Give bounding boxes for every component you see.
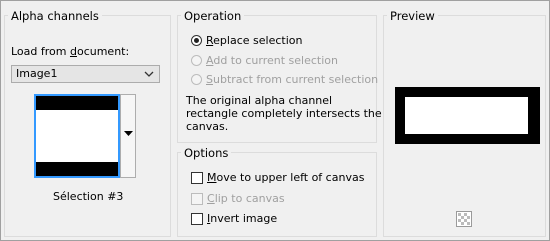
alpha-channels-title: Alpha channels [8, 9, 102, 23]
invert-image-checkbox[interactable] [191, 213, 203, 225]
checkerboard-icon[interactable] [456, 211, 472, 227]
move-to-upper-left-label[interactable]: Move to upper left of canvas [207, 171, 364, 185]
operation-info-line2: rectangle completely intersects the [186, 107, 382, 120]
thumbnail-dropdown-button[interactable] [120, 94, 136, 178]
subtract-selection-radio[interactable] [191, 74, 202, 85]
document-select-value: Image1 [16, 67, 58, 80]
clip-to-canvas-checkbox[interactable] [191, 193, 203, 205]
operation-title: Operation [181, 9, 245, 23]
operation-info-line1: The original alpha channel [186, 94, 333, 107]
invert-image-label[interactable]: Invert image [207, 212, 277, 226]
replace-selection-label[interactable]: Replace selection [206, 34, 302, 48]
operation-info-line3: canvas. [186, 120, 229, 133]
thumbnail-caption: Sélection #3 [53, 190, 124, 203]
preview-selection-area [405, 97, 528, 134]
options-title: Options [181, 146, 232, 160]
move-to-upper-left-checkbox[interactable] [191, 172, 203, 184]
chevron-down-icon [144, 71, 154, 77]
thumbnail-image [36, 96, 118, 176]
replace-selection-radio[interactable] [191, 35, 202, 46]
document-select[interactable]: Image1 [11, 65, 160, 83]
load-from-document-label: Load from document: [11, 45, 130, 58]
add-to-selection-label[interactable]: Add to current selection [206, 54, 338, 68]
alpha-channel-thumbnail[interactable] [34, 94, 120, 178]
preview-canvas [395, 87, 540, 144]
add-to-selection-radio[interactable] [191, 55, 202, 66]
triangle-down-icon [124, 131, 133, 136]
subtract-selection-label[interactable]: Subtract from current selection [206, 73, 378, 87]
clip-to-canvas-label[interactable]: Clip to canvas [207, 192, 285, 206]
radio-selected-dot [194, 38, 199, 43]
preview-title: Preview [387, 9, 438, 23]
